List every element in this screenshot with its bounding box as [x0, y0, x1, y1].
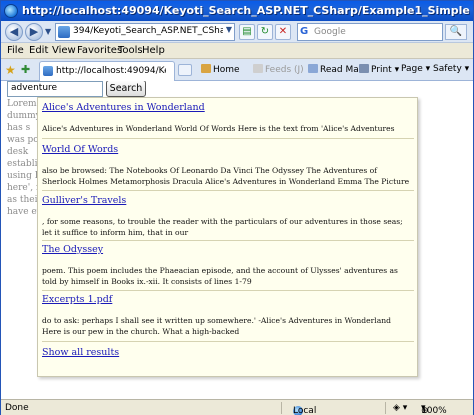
result-link[interactable]: The Odyssey: [42, 244, 412, 255]
feeds-icon: [253, 64, 263, 73]
status-divider: [385, 402, 386, 414]
result-divider: [42, 290, 414, 291]
favorites-star-icon[interactable]: ★: [5, 63, 16, 77]
forward-icon[interactable]: ▶: [25, 23, 43, 41]
protected-mode-icon[interactable]: ◈ ▾: [393, 403, 407, 413]
menu-view[interactable]: View: [52, 45, 76, 56]
menu-tools[interactable]: Tools: [118, 45, 143, 56]
result-item: Gulliver's Travels , for some reasons, t…: [42, 195, 412, 238]
stop-icon[interactable]: ✕: [275, 24, 291, 40]
tab-page-icon: [43, 66, 53, 76]
web-search-placeholder: Google: [314, 27, 346, 37]
printer-icon: [359, 64, 369, 73]
status-text: Done: [5, 403, 29, 413]
add-favorite-icon[interactable]: ✚: [21, 63, 30, 76]
result-item: World Of Words also be browsed: The Note…: [42, 144, 412, 187]
result-divider: [42, 138, 414, 139]
result-link[interactable]: Alice's Adventures in Wonderland: [42, 102, 412, 113]
status-divider: [281, 402, 282, 414]
address-url[interactable]: 394/Keyoti_Search_ASP.NET_CSharp/Example…: [73, 26, 223, 36]
result-link[interactable]: Excerpts 1.pdf: [42, 294, 412, 305]
result-divider: [42, 190, 414, 191]
address-bar[interactable]: 394/Keyoti_Search_ASP.NET_CSharp/Example…: [55, 23, 235, 41]
refresh-icon[interactable]: ↻: [257, 24, 273, 40]
feeds-button[interactable]: Feeds (J): [253, 64, 304, 75]
result-item: Excerpts 1.pdf do to ask: perhaps I shal…: [42, 294, 412, 337]
menu-file[interactable]: File: [7, 45, 24, 56]
result-divider: [42, 240, 414, 241]
result-snippet: do to ask: perhaps I shall see it writte…: [42, 316, 391, 336]
zoom-control[interactable]: ⊕ 100% ▾: [421, 403, 447, 415]
print-button[interactable]: Print ▾: [359, 64, 399, 75]
address-dropdown-icon[interactable]: ▼: [226, 25, 232, 34]
result-snippet: , for some reasons, to trouble the reade…: [42, 217, 403, 237]
result-snippet: also be browsed: The Notebooks Of Leonar…: [42, 166, 410, 186]
menu-edit[interactable]: Edit: [29, 45, 48, 56]
status-bar: Done Local intranet ◈ ▾ ⊕ 100% ▾: [1, 399, 473, 415]
result-snippet: Alice's Adventures in Wonderland World O…: [42, 124, 395, 133]
new-tab-button[interactable]: [178, 64, 192, 76]
result-divider: [42, 341, 414, 342]
site-search-input[interactable]: adventure: [7, 81, 103, 97]
tab-current[interactable]: http://localhost:49094/Keyoti_Search_ASP…: [39, 61, 175, 81]
result-link[interactable]: World Of Words: [42, 144, 412, 155]
read-mail-button[interactable]: Read Mail: [308, 64, 364, 75]
browser-window: http://localhost:49094/Keyoti_Search_ASP…: [0, 0, 474, 415]
mail-icon: [308, 64, 318, 73]
title-bar: http://localhost:49094/Keyoti_Search_ASP…: [1, 1, 473, 21]
compatibility-icon[interactable]: ▤: [239, 24, 255, 40]
history-dropdown-icon[interactable]: ▼: [45, 27, 53, 37]
home-button[interactable]: Home: [201, 64, 240, 75]
menu-bar: File Edit View Favorites Tools Help: [1, 43, 473, 59]
web-search-button[interactable]: 🔍: [445, 24, 467, 40]
result-link[interactable]: Gulliver's Travels: [42, 195, 412, 206]
result-item: The Odyssey poem. This poem includes the…: [42, 244, 412, 287]
web-search-input[interactable]: G Google: [297, 23, 443, 41]
home-icon: [201, 64, 211, 73]
ie-logo-icon: [4, 4, 18, 18]
page-menu[interactable]: Page ▾: [401, 64, 430, 74]
tab-label: http://localhost:49094/Keyoti_Search_ASP…: [56, 66, 166, 76]
back-icon[interactable]: ◀: [5, 23, 23, 41]
menu-favorites[interactable]: Favorites: [77, 45, 122, 56]
result-snippet: poem. This poem includes the Phaeacian e…: [42, 266, 398, 286]
site-search-button[interactable]: Search: [106, 81, 146, 97]
search-results-dropdown: Alice's Adventures in Wonderland Alice's…: [37, 97, 418, 377]
window-title: http://localhost:49094/Keyoti_Search_ASP…: [22, 4, 470, 17]
page-content: Lorem standard dummy: [1, 81, 473, 399]
google-icon: G: [300, 26, 309, 37]
result-item: Alice's Adventures in Wonderland Alice's…: [42, 102, 412, 135]
page-icon: [58, 26, 70, 38]
show-all-results-link[interactable]: Show all results: [42, 347, 119, 358]
navigation-bar: ◀ ▶ ▼ 394/Keyoti_Search_ASP.NET_CSharp/E…: [1, 21, 473, 43]
safety-menu[interactable]: Safety ▾: [433, 64, 469, 74]
menu-help[interactable]: Help: [142, 45, 165, 56]
tab-bar: ★ ✚ http://localhost:49094/Keyoti_Search…: [1, 59, 473, 81]
